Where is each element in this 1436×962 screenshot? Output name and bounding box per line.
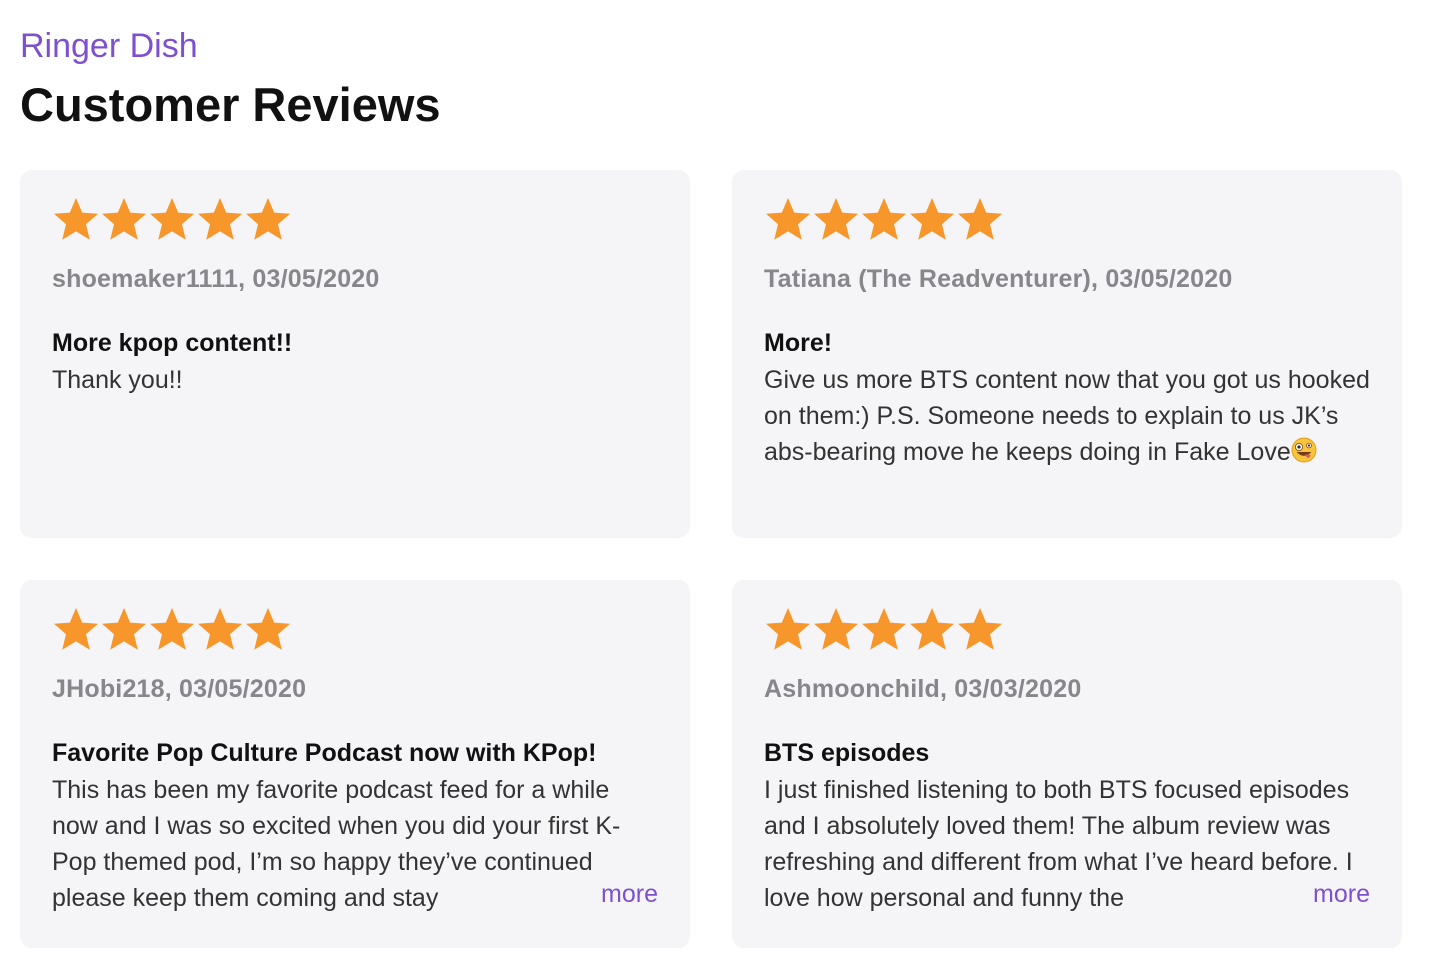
star-icon	[196, 606, 244, 654]
star-icon	[860, 606, 908, 654]
more-control: more	[517, 876, 658, 912]
star-icon	[908, 606, 956, 654]
review-author-date: Ashmoonchild, 03/03/2020	[764, 675, 1082, 703]
star-icon	[812, 196, 860, 244]
zany-face-icon	[1291, 437, 1317, 463]
review-title: More kpop content!!	[52, 329, 293, 357]
star-icon	[100, 196, 148, 244]
star-icon	[148, 196, 196, 244]
more-link[interactable]: more	[597, 876, 658, 912]
star-rating	[764, 604, 1370, 656]
star-icon	[956, 196, 1004, 244]
page-header: Ringer Dish Customer Reviews	[20, 24, 441, 134]
review-author-date: shoemaker1111, 03/05/2020	[52, 265, 380, 293]
star-icon	[860, 196, 908, 244]
review-title: More!	[764, 329, 833, 357]
show-name-link[interactable]: Ringer Dish	[20, 24, 441, 68]
review-author-date: JHobi218, 03/05/2020	[52, 675, 307, 703]
star-icon	[196, 196, 244, 244]
star-icon	[52, 196, 100, 244]
review-author-date: Tatiana (The Readventurer), 03/05/2020	[764, 265, 1233, 293]
more-control: more	[1229, 876, 1370, 912]
text-fade	[1229, 876, 1310, 912]
review-title: BTS episodes	[764, 739, 930, 767]
star-rating	[52, 194, 658, 246]
more-link[interactable]: more	[1309, 876, 1370, 912]
star-icon	[956, 606, 1004, 654]
star-icon	[148, 606, 196, 654]
page-title: Customer Reviews	[20, 78, 441, 131]
review-card: shoemaker1111, 03/05/2020 More kpop cont…	[20, 170, 690, 538]
reviews-grid: shoemaker1111, 03/05/2020 More kpop cont…	[20, 170, 1402, 948]
star-icon	[764, 196, 812, 244]
review-body: Thank you!!	[52, 362, 658, 398]
review-card: Ashmoonchild, 03/03/2020 BTS episodes I …	[732, 580, 1402, 948]
star-icon	[52, 606, 100, 654]
review-text: Give us more BTS content now that you go…	[764, 366, 1370, 466]
star-icon	[764, 606, 812, 654]
review-title: Favorite Pop Culture Podcast now with KP…	[52, 739, 597, 767]
review-card: JHobi218, 03/05/2020 Favorite Pop Cultur…	[20, 580, 690, 948]
star-icon	[100, 606, 148, 654]
star-rating	[764, 194, 1370, 246]
star-icon	[908, 196, 956, 244]
star-icon	[244, 196, 292, 244]
text-fade	[517, 876, 598, 912]
star-icon	[244, 606, 292, 654]
review-body: Give us more BTS content now that you go…	[764, 362, 1370, 470]
star-icon	[812, 606, 860, 654]
review-text: Thank you!!	[52, 366, 183, 394]
star-rating	[52, 604, 658, 656]
review-card: Tatiana (The Readventurer), 03/05/2020 M…	[732, 170, 1402, 538]
